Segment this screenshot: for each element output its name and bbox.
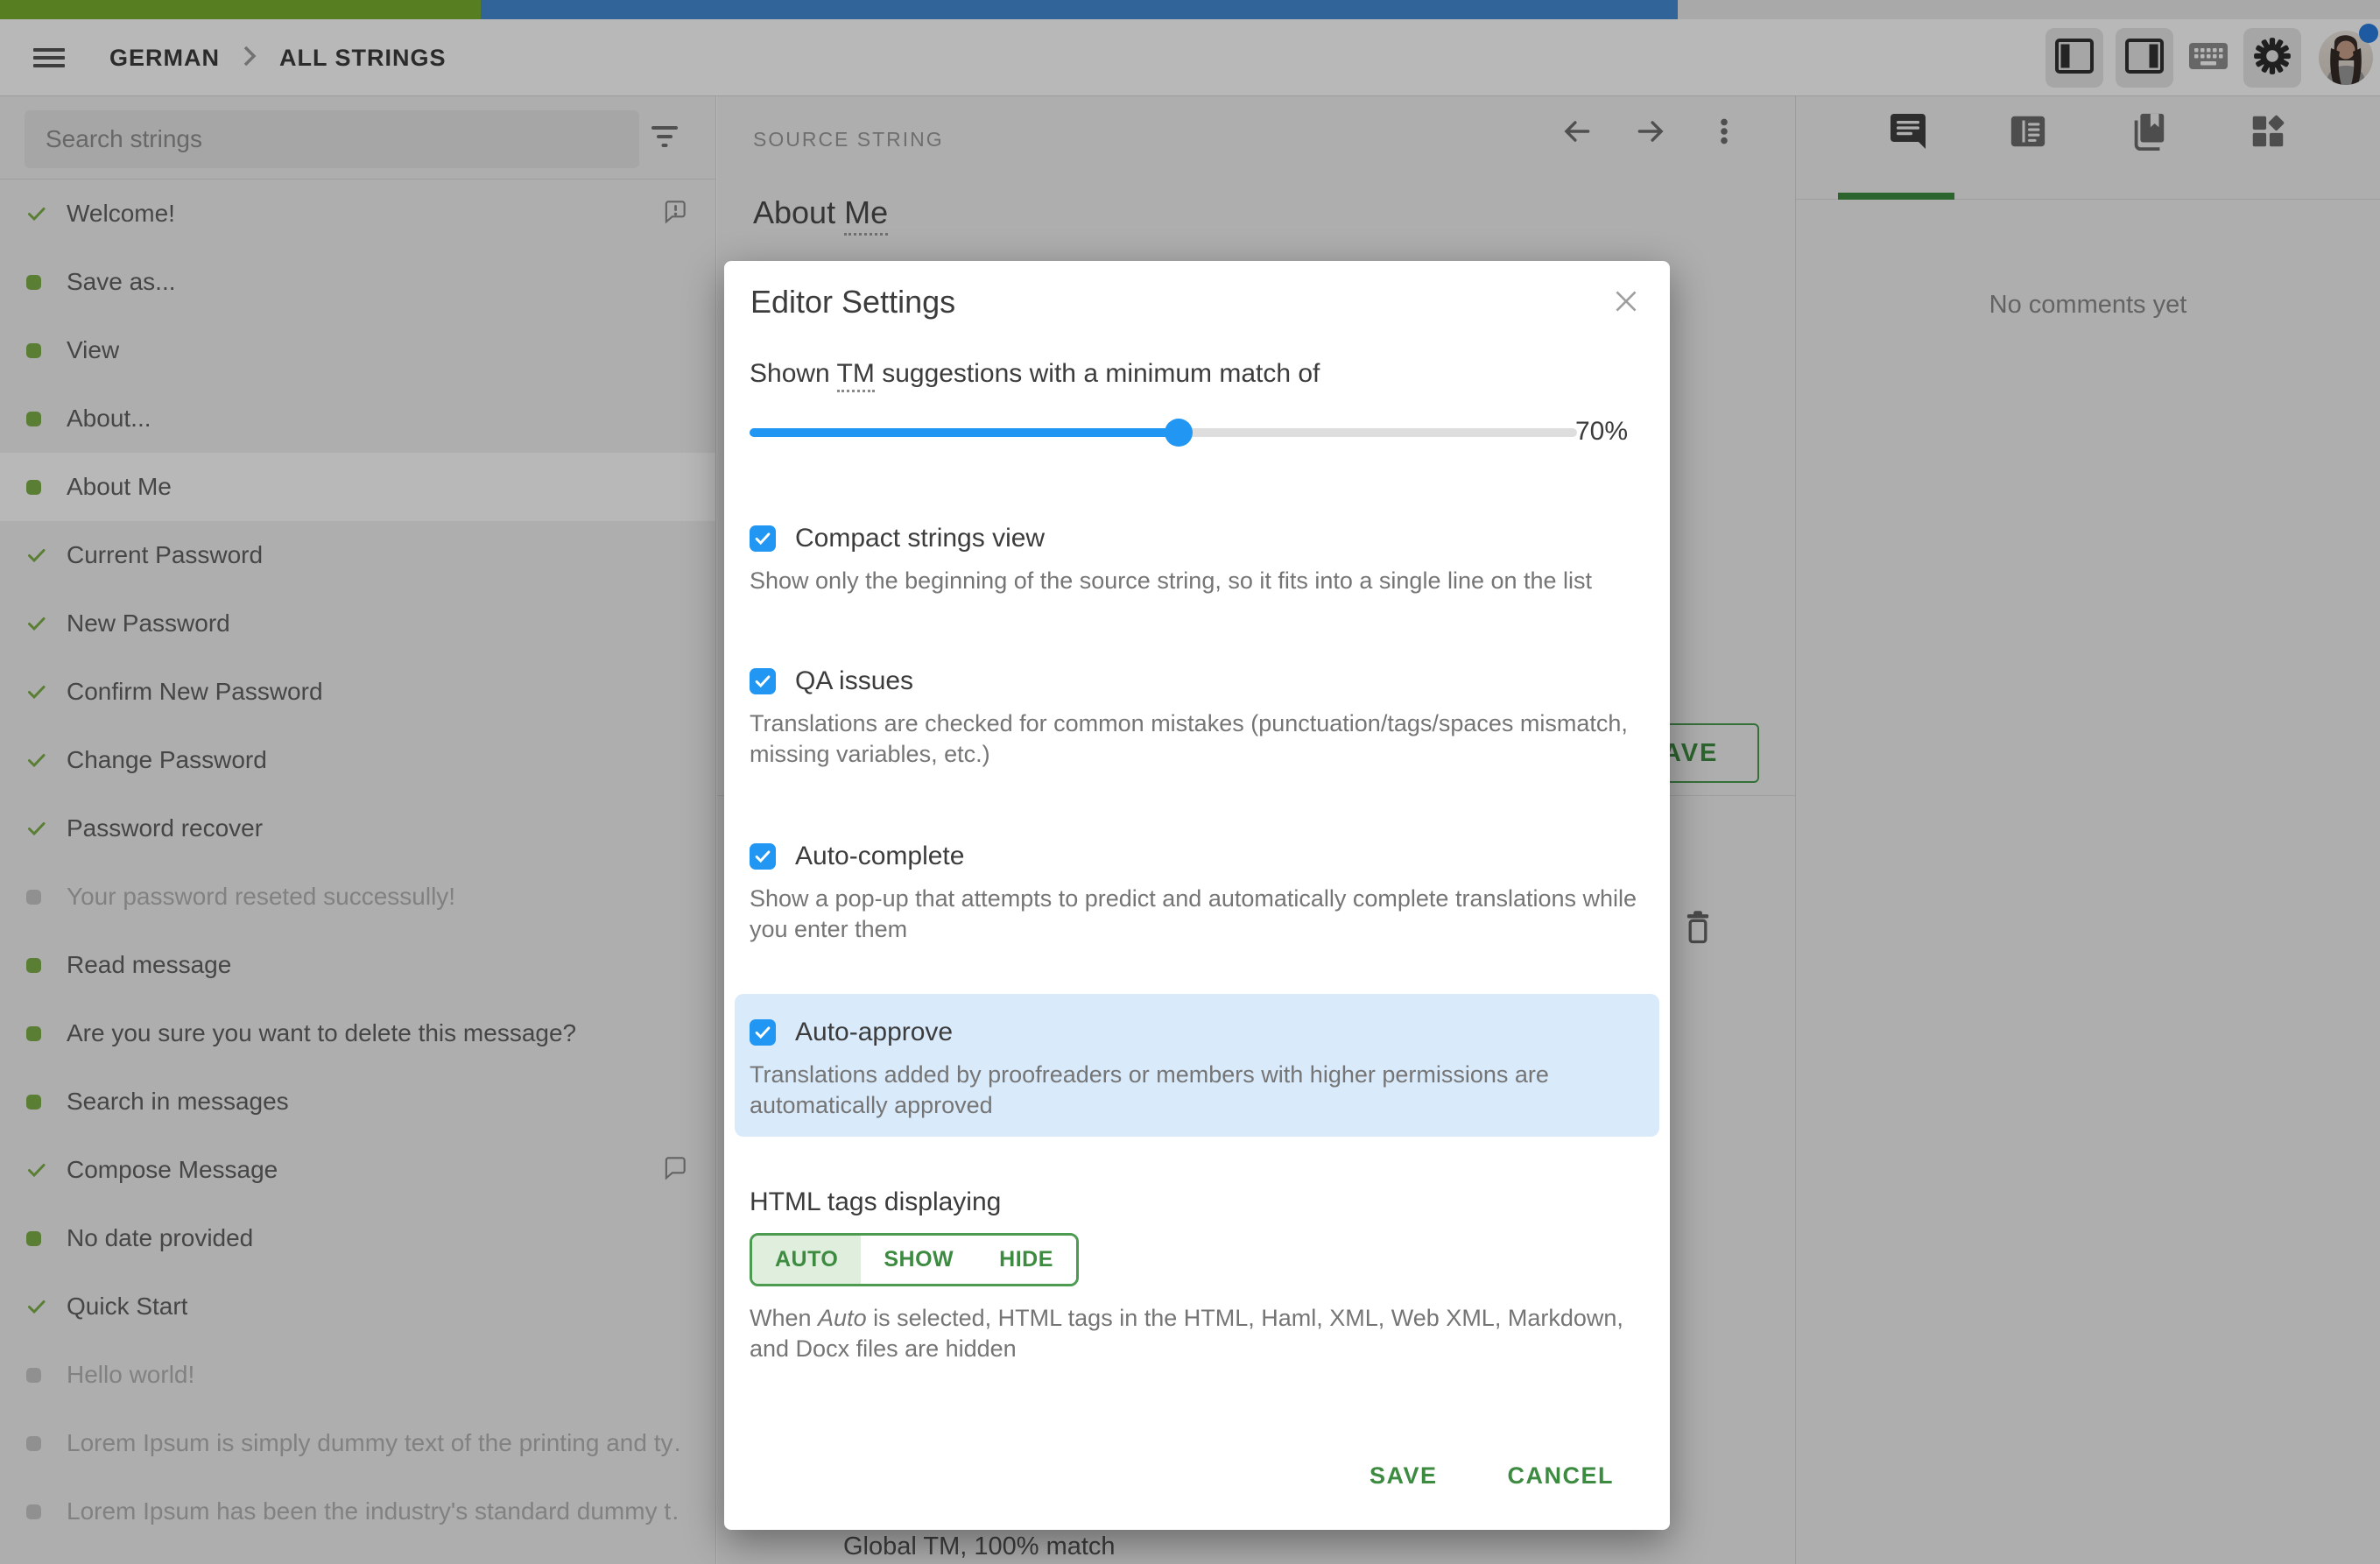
modal-actions: SAVE CANCEL (1370, 1462, 1614, 1490)
qa-issues-checkbox[interactable] (750, 668, 776, 694)
modal-title: Editor Settings (750, 284, 956, 320)
app-window: GERMAN ALL STRINGS Search strings Welcom… (0, 0, 2380, 1564)
option-compact-strings: Compact strings view Show only the begin… (750, 524, 1644, 596)
tm-threshold-label: Shown TM suggestions with a minimum matc… (750, 359, 1320, 392)
slider-fill (750, 428, 1179, 437)
modal-cancel-button[interactable]: CANCEL (1508, 1462, 1615, 1490)
tm-threshold-value: 70% (1574, 417, 1628, 446)
option-auto-complete: Auto-complete Show a pop-up that attempt… (750, 842, 1644, 945)
option-label: QA issues (795, 666, 914, 695)
option-description: Translations are checked for common mist… (750, 710, 1628, 767)
option-description: Translations added by proofreaders or me… (750, 1061, 1549, 1118)
modal-save-button[interactable]: SAVE (1370, 1462, 1438, 1490)
html-tags-auto-button[interactable]: AUTO (752, 1236, 862, 1284)
tm-threshold-slider[interactable] (750, 419, 1577, 447)
modal-close-button[interactable] (1609, 285, 1644, 321)
slider-thumb[interactable] (1165, 419, 1193, 447)
option-label: Auto-complete (795, 842, 965, 870)
html-tags-show-button[interactable]: SHOW (861, 1236, 977, 1284)
html-tags-heading: HTML tags displaying (750, 1187, 1002, 1216)
option-label: Auto-approve (795, 1018, 954, 1046)
compact-strings-checkbox[interactable] (750, 525, 776, 552)
option-description: Show a pop-up that attempts to predict a… (750, 885, 1637, 942)
option-qa-issues: QA issues Translations are checked for c… (750, 666, 1644, 770)
option-description: Show only the beginning of the source st… (750, 567, 1593, 594)
option-label: Compact strings view (795, 524, 1046, 553)
option-auto-approve: Auto-approve Translations added by proof… (750, 1018, 1644, 1121)
editor-settings-modal: Editor Settings Shown TM suggestions wit… (724, 261, 1670, 1530)
tm-abbr: TM (836, 359, 875, 392)
auto-approve-checkbox[interactable] (750, 1019, 776, 1046)
html-tags-description: When Auto is selected, HTML tags in the … (750, 1305, 1623, 1362)
auto-complete-checkbox[interactable] (750, 843, 776, 870)
html-tags-segmented-control: AUTO SHOW HIDE (750, 1233, 1079, 1286)
close-icon (1609, 285, 1643, 322)
html-tags-hide-button[interactable]: HIDE (976, 1236, 1076, 1284)
